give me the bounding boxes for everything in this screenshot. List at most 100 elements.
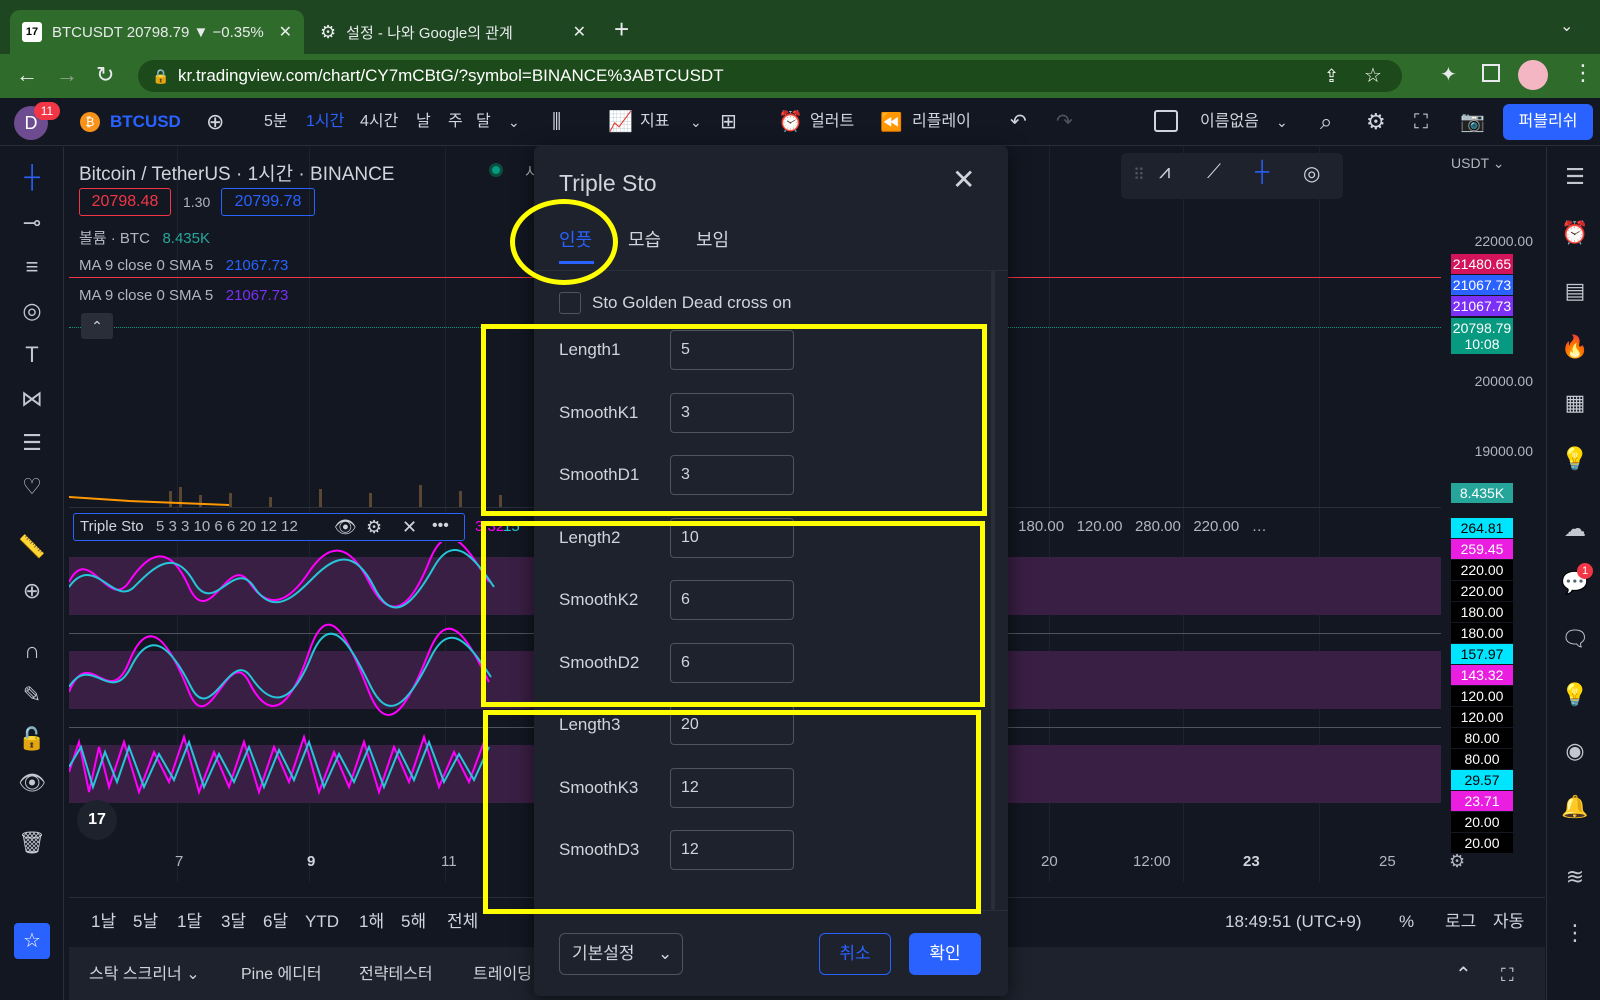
alert-button[interactable]: 얼러트 bbox=[810, 98, 854, 146]
range-5d[interactable]: 5날 bbox=[133, 898, 158, 946]
dialog-scrollbar[interactable] bbox=[991, 270, 995, 910]
reload-icon[interactable]: ↻ bbox=[96, 62, 114, 88]
interval-4h[interactable]: 4시간 bbox=[360, 98, 398, 146]
close-tab-icon[interactable]: ✕ bbox=[573, 22, 586, 42]
trash-icon[interactable]: 🗑 bbox=[16, 827, 48, 859]
publish-button[interactable]: 퍼블리쉬 bbox=[1503, 104, 1593, 140]
collapse-legend-chevron-icon[interactable]: ⌃ bbox=[81, 313, 113, 339]
cancel-button[interactable]: 취소 bbox=[819, 933, 891, 975]
tab-stock-screener[interactable]: 스탁 스크리너 ⌄ bbox=[89, 951, 200, 999]
percent-toggle[interactable]: % bbox=[1399, 898, 1414, 946]
indicators-chart-icon[interactable]: 📈 bbox=[608, 98, 633, 146]
tradingview-logo[interactable]: 17 bbox=[77, 800, 117, 840]
currency-selector[interactable]: USDT ⌄ bbox=[1451, 155, 1504, 172]
xabcd-pattern-icon[interactable]: ⋈ bbox=[16, 383, 48, 415]
golden-dead-cross-checkbox[interactable] bbox=[559, 292, 581, 314]
range-3m[interactable]: 3달 bbox=[221, 898, 246, 946]
drag-handle-icon[interactable]: ⠿ bbox=[1133, 165, 1145, 185]
side-panel-icon[interactable] bbox=[1482, 64, 1500, 82]
new-tab-button[interactable]: + bbox=[614, 14, 629, 45]
undo-icon[interactable]: ↶ bbox=[1010, 98, 1027, 146]
log-toggle[interactable]: 로그 bbox=[1445, 898, 1476, 946]
tab-search-chevron-icon[interactable]: ⌄ bbox=[1560, 16, 1573, 36]
settings-gear-icon[interactable]: ⚙ bbox=[1366, 98, 1386, 146]
browser-menu-icon[interactable]: ⋮ bbox=[1572, 60, 1594, 86]
replay-button[interactable]: 리플레이 bbox=[912, 98, 971, 146]
magnet-icon[interactable]: ∩ bbox=[16, 635, 48, 667]
alerts-clock-icon[interactable]: ⏰ bbox=[1559, 217, 1591, 249]
range-1y[interactable]: 1해 bbox=[359, 898, 384, 946]
symbol-search-button[interactable]: BTCUSD bbox=[110, 98, 181, 146]
tab-strategy-tester[interactable]: 전략테스터 bbox=[359, 951, 433, 999]
url-field[interactable]: 🔒 kr.tradingview.com/chart/CY7mCBtG/?sym… bbox=[138, 60, 1402, 92]
broadcast-icon[interactable]: ◉ bbox=[1559, 735, 1591, 767]
interval-dropdown-chevron-icon[interactable]: ⌄ bbox=[508, 98, 520, 146]
auto-toggle[interactable]: 자동 bbox=[1493, 898, 1524, 946]
share-icon[interactable]: ⇪ bbox=[1324, 60, 1339, 92]
tab-style[interactable]: 모습 bbox=[628, 226, 661, 252]
tab-trading-panel[interactable]: 트레이딩 bbox=[473, 951, 532, 999]
profile-avatar[interactable] bbox=[1518, 60, 1548, 90]
osc-settings-gear-icon[interactable]: ⚙ bbox=[366, 517, 382, 538]
alarm-clock-icon[interactable]: ⏰ bbox=[778, 98, 803, 146]
buy-price-button[interactable]: 20799.78 bbox=[221, 188, 315, 216]
heart-icon[interactable]: ♡ bbox=[16, 471, 48, 503]
close-tab-icon[interactable]: ✕ bbox=[279, 22, 292, 42]
trading-panel-icon[interactable]: ≋ bbox=[1559, 861, 1591, 893]
ruler-icon[interactable]: 📏 bbox=[16, 531, 48, 563]
clock-timezone[interactable]: 18:49:51 (UTC+9) bbox=[1225, 898, 1362, 946]
interval-week[interactable]: 주 bbox=[448, 98, 463, 146]
abc-pattern-icon[interactable]: ⩘ bbox=[1159, 161, 1170, 184]
price-axis[interactable]: USDT ⌄ 22000.00 20000.00 19000.00 21480.… bbox=[1443, 147, 1545, 877]
trend-line-icon[interactable]: ⊸ bbox=[16, 207, 48, 239]
watchlist-icon[interactable]: ☰ bbox=[1559, 161, 1591, 193]
triple-sto-legend[interactable]: Triple Sto 5 3 3 10 6 6 20 12 12 👁 ⚙ ✕ •… bbox=[73, 513, 465, 541]
axis-settings-gear-icon[interactable]: ⚙ bbox=[1449, 851, 1465, 872]
layout-square-icon[interactable] bbox=[1154, 110, 1178, 132]
browser-tab-tradingview[interactable]: 17 BTCUSDT 20798.79 ▼ −0.35% ✕ bbox=[10, 10, 304, 54]
line-tool-icon[interactable]: ⟋ bbox=[1207, 161, 1221, 184]
bookmark-star-icon[interactable]: ☆ bbox=[1364, 60, 1382, 92]
remove-x-icon[interactable]: ✕ bbox=[402, 517, 417, 538]
calendar-icon[interactable]: ▦ bbox=[1559, 387, 1591, 419]
chats-icon[interactable]: 🗨 bbox=[1559, 623, 1591, 655]
more-options-icon[interactable]: ••• bbox=[432, 517, 449, 535]
notifications-bell-icon[interactable]: 🔔 bbox=[1559, 791, 1591, 823]
indicators-chevron-icon[interactable]: ⌄ bbox=[690, 98, 702, 146]
range-all[interactable]: 전체 bbox=[447, 898, 478, 946]
crosshair-icon[interactable]: ┼ bbox=[16, 161, 48, 193]
layout-chevron-icon[interactable]: ⌄ bbox=[1276, 98, 1288, 146]
pattern-icon[interactable]: ◎ bbox=[16, 295, 48, 327]
favorites-star-icon[interactable]: ☆ bbox=[14, 923, 50, 959]
dom-icon[interactable]: ⋮ bbox=[1559, 917, 1591, 949]
interval-day[interactable]: 날 bbox=[416, 98, 431, 146]
sell-price-button[interactable]: 20798.48 bbox=[79, 188, 171, 216]
templates-grid-icon[interactable]: ⊞ bbox=[720, 98, 737, 146]
interval-month[interactable]: 달 bbox=[476, 98, 491, 146]
eye-icon[interactable]: 👁 bbox=[16, 767, 48, 799]
range-1d[interactable]: 1날 bbox=[91, 898, 116, 946]
zoom-in-icon[interactable]: ⊕ bbox=[16, 575, 48, 607]
visibility-eye-icon[interactable]: 👁 bbox=[334, 517, 357, 538]
text-tool-icon[interactable]: T bbox=[16, 339, 48, 371]
extensions-icon[interactable]: ✦ bbox=[1440, 62, 1457, 87]
forward-arrow-icon[interactable]: → bbox=[56, 62, 78, 88]
tab-visibility[interactable]: 보임 bbox=[696, 226, 729, 252]
camera-snapshot-icon[interactable]: 📷 bbox=[1460, 98, 1485, 146]
close-dialog-icon[interactable]: ✕ bbox=[952, 166, 975, 194]
ideas-lightbulb-icon[interactable]: 💡 bbox=[1559, 443, 1591, 475]
object-tree-icon[interactable]: ▤ bbox=[1559, 275, 1591, 307]
collapse-panel-chevron-icon[interactable]: ⌃ bbox=[1455, 951, 1472, 999]
browser-tab-settings[interactable]: ⚙ 설정 - 나와 Google의 관계 ✕ bbox=[308, 10, 598, 54]
candlestick-icon[interactable]: ⫼ bbox=[552, 98, 561, 146]
chat-cloud-icon[interactable]: ☁ bbox=[1559, 513, 1591, 545]
range-ytd[interactable]: YTD bbox=[305, 898, 339, 946]
layout-name-button[interactable]: 이름없음 bbox=[1200, 98, 1259, 146]
interval-1h[interactable]: 1시간 bbox=[306, 98, 344, 146]
redo-icon[interactable]: ↷ bbox=[1056, 98, 1073, 146]
prediction-icon[interactable]: ☰ bbox=[16, 427, 48, 459]
replay-rewind-icon[interactable]: ⏪ bbox=[880, 98, 902, 146]
range-5y[interactable]: 5해 bbox=[401, 898, 426, 946]
indicators-button[interactable]: 지표 bbox=[640, 98, 669, 146]
fib-lines-icon[interactable]: ≡ bbox=[16, 251, 48, 283]
